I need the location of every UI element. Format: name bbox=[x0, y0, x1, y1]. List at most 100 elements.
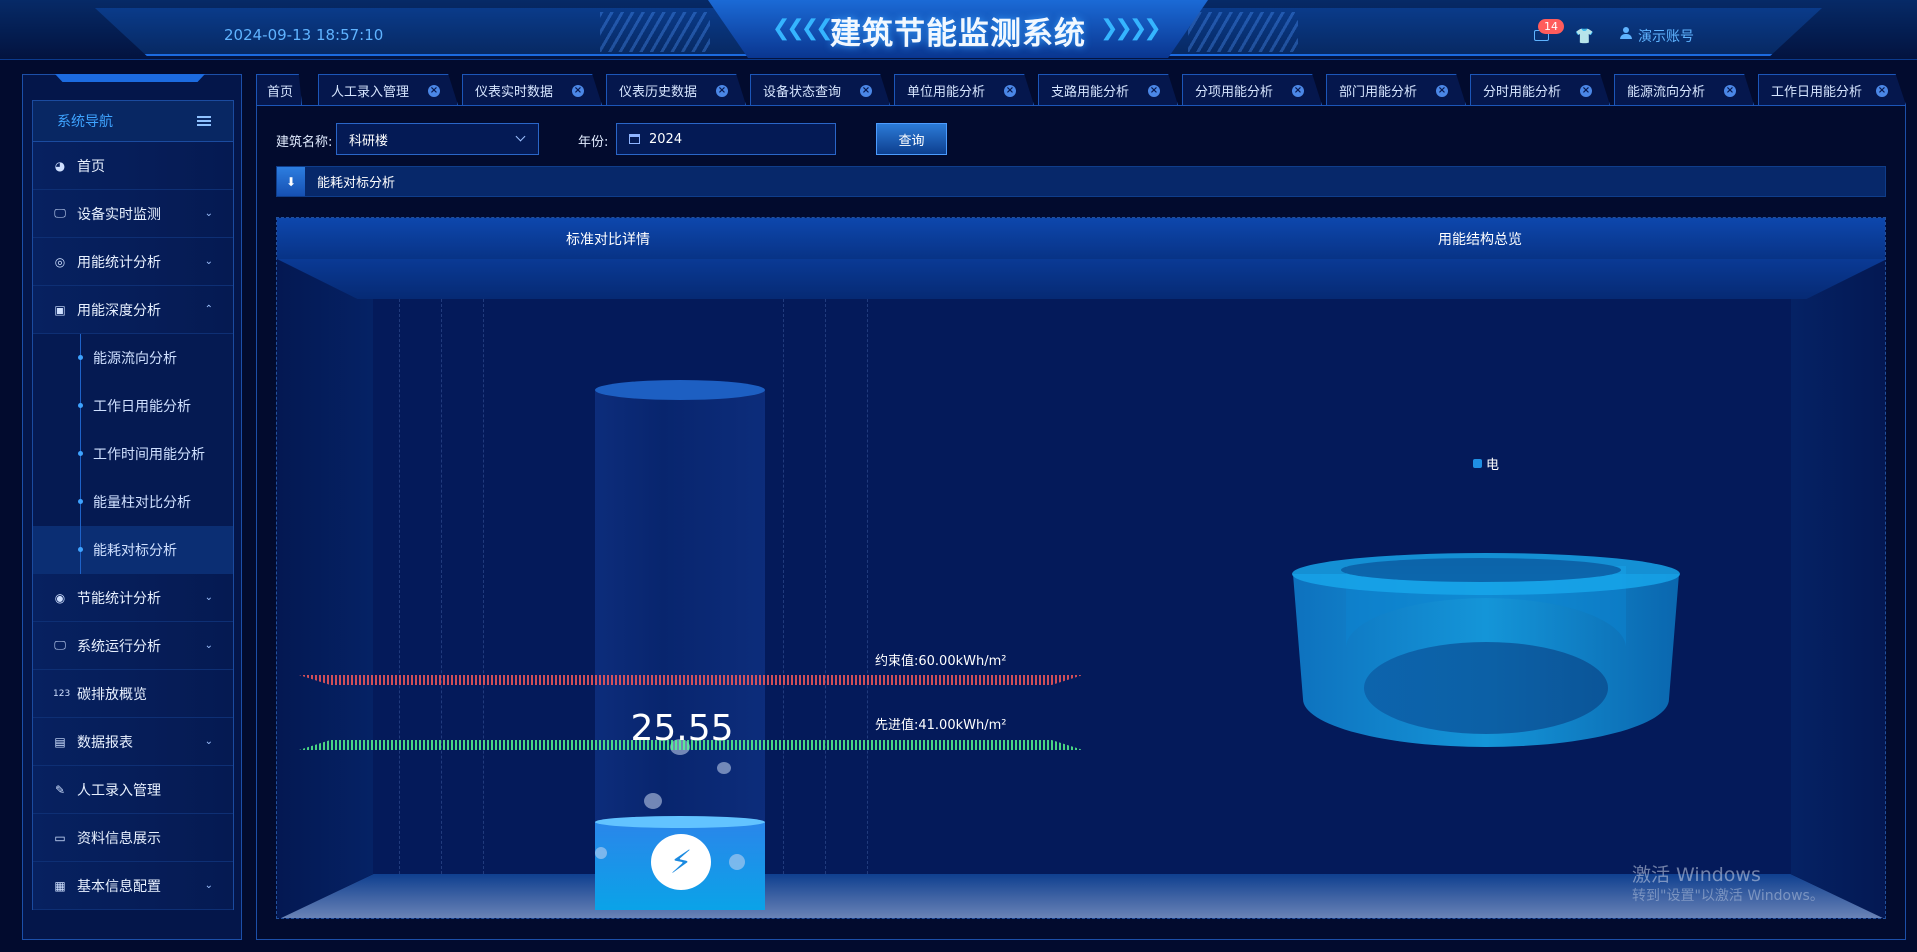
monitor-icon: 🖵 bbox=[54, 638, 66, 652]
header-datetime: 2024-09-13 18:57:10 bbox=[224, 26, 384, 44]
close-icon[interactable]: × bbox=[1724, 85, 1736, 97]
year-label: 年份: bbox=[578, 135, 609, 150]
sidebar-subitem-energy-column[interactable]: 能量柱对比分析 bbox=[33, 478, 233, 526]
sidebar-item-config[interactable]: ▦ 基本信息配置 ⌄ bbox=[33, 862, 233, 910]
sidebar-subitem-worktime[interactable]: 工作时间用能分析 bbox=[33, 430, 233, 478]
globe-icon: ◉ bbox=[54, 590, 66, 605]
chart-right-wall bbox=[1791, 259, 1885, 918]
tab-label: 仪表历史数据 bbox=[619, 84, 698, 100]
tab-energy-flow[interactable]: 能源流向分析 × bbox=[1614, 74, 1754, 105]
sidebar-item-device-monitor[interactable]: 🖵 设备实时监测 ⌄ bbox=[33, 190, 233, 238]
sidebar-title: 系统导航 bbox=[57, 114, 113, 130]
building-select[interactable]: 科研楼 bbox=[336, 123, 539, 155]
building-select-value: 科研楼 bbox=[349, 133, 389, 149]
sidebar-item-docs[interactable]: ▭ 资料信息展示 bbox=[33, 814, 233, 862]
tab-bar: 首页 人工录入管理 × 仪表实时数据 × 仪表历史数据 × 设备状态查询 × 单位用能分… bbox=[256, 74, 1906, 106]
close-icon[interactable]: × bbox=[716, 85, 728, 97]
chevron-down-icon: ⌄ bbox=[204, 736, 213, 747]
menu-collapse-icon[interactable] bbox=[197, 116, 211, 126]
number-icon: 123 bbox=[53, 688, 71, 699]
tab-label: 支路用能分析 bbox=[1051, 84, 1130, 100]
layers-icon: ⬇ bbox=[277, 167, 305, 196]
year-picker[interactable]: 2024 bbox=[616, 123, 836, 155]
tab-meter-realtime[interactable]: 仪表实时数据 × bbox=[462, 74, 602, 105]
tab-unit-energy[interactable]: 单位用能分析 × bbox=[894, 74, 1034, 105]
sidebar-item-label: 碳排放概览 bbox=[77, 686, 147, 703]
tab-label: 仪表实时数据 bbox=[475, 84, 554, 100]
structure-legend[interactable]: 电 bbox=[1473, 454, 1499, 473]
sidebar-item-home[interactable]: ◕ 首页 bbox=[33, 142, 233, 190]
lightning-icon: ⚡ bbox=[651, 834, 711, 890]
chevron-down-icon: ⌄ bbox=[204, 592, 213, 603]
close-icon[interactable]: × bbox=[860, 85, 872, 97]
chevron-down-icon: ⌄ bbox=[204, 880, 213, 891]
energy-structure-donut bbox=[1292, 553, 1680, 747]
tab-manual-entry[interactable]: 人工录入管理 × bbox=[318, 74, 458, 105]
sidebar-item-energy-stats[interactable]: ◎ 用能统计分析 ⌄ bbox=[33, 238, 233, 286]
tab-item-energy[interactable]: 分项用能分析 × bbox=[1182, 74, 1322, 105]
chevron-down-icon: ⌄ bbox=[204, 640, 213, 651]
tab-label: 单位用能分析 bbox=[907, 84, 986, 100]
bubble bbox=[717, 762, 731, 774]
constraint-label: 约束值:60.00kWh/m² bbox=[875, 654, 1007, 669]
tab-label: 首页 bbox=[267, 84, 294, 100]
sidebar-item-manual-entry[interactable]: ✎ 人工录入管理 bbox=[33, 766, 233, 814]
app-header: ❮❮❮❮ ❯❯❯❯ 建筑节能监测系统 2024-09-13 18:57:10 1… bbox=[0, 0, 1917, 60]
grid-line bbox=[483, 299, 484, 874]
close-icon[interactable]: × bbox=[1580, 85, 1592, 97]
tab-timeshare-energy[interactable]: 分时用能分析 × bbox=[1470, 74, 1610, 105]
legend-swatch bbox=[1473, 459, 1482, 468]
close-icon[interactable]: × bbox=[1876, 85, 1888, 97]
sidebar-item-carbon[interactable]: 123 碳排放概览 bbox=[33, 670, 233, 718]
sidebar-item-label: 节能统计分析 bbox=[77, 590, 161, 607]
sidebar-header: 系统导航 bbox=[33, 101, 233, 142]
grid-line bbox=[783, 299, 784, 874]
donut-top-hole bbox=[1341, 558, 1621, 582]
sidebar-item-label: 资料信息展示 bbox=[77, 830, 161, 847]
tab-branch-energy[interactable]: 支路用能分析 × bbox=[1038, 74, 1178, 105]
grid-line bbox=[825, 299, 826, 874]
close-icon[interactable]: × bbox=[1148, 85, 1160, 97]
grid-line bbox=[441, 299, 442, 874]
sidebar-item-reports[interactable]: ▤ 数据报表 ⌄ bbox=[33, 718, 233, 766]
close-icon[interactable]: × bbox=[428, 85, 440, 97]
close-icon[interactable]: × bbox=[1436, 85, 1448, 97]
section-header: ⬇ 能耗对标分析 bbox=[276, 166, 1886, 197]
sidebar-subitem-benchmark[interactable]: 能耗对标分析 bbox=[33, 526, 233, 574]
windows-activation-title: 激活 Windows bbox=[1632, 864, 1761, 886]
sidebar-item-label: 数据报表 bbox=[77, 734, 133, 751]
bubble bbox=[729, 854, 745, 870]
tab-label: 工作日用能分析 bbox=[1771, 84, 1863, 100]
liquid-surface bbox=[595, 816, 765, 828]
tab-label: 部门用能分析 bbox=[1339, 84, 1418, 100]
tab-label: 分时用能分析 bbox=[1483, 84, 1562, 100]
close-icon[interactable]: × bbox=[1004, 85, 1016, 97]
sidebar-item-saving-stats[interactable]: ◉ 节能统计分析 ⌄ bbox=[33, 574, 233, 622]
legend-label: 电 bbox=[1486, 458, 1500, 473]
sidebar-item-system-run[interactable]: 🖵 系统运行分析 ⌄ bbox=[33, 622, 233, 670]
skin-icon[interactable]: 👕 bbox=[1575, 27, 1594, 45]
monitor-icon: 🖵 bbox=[54, 206, 66, 220]
tab-home[interactable]: 首页 bbox=[256, 74, 302, 105]
sidebar-item-label: 系统运行分析 bbox=[77, 638, 161, 655]
sidebar-item-deep-analysis[interactable]: ▣ 用能深度分析 ⌃ bbox=[33, 286, 233, 334]
user-account[interactable]: 演示账号 bbox=[1638, 26, 1694, 46]
constraint-line bbox=[299, 675, 1083, 685]
close-icon[interactable]: × bbox=[572, 85, 584, 97]
tab-meter-history[interactable]: 仪表历史数据 × bbox=[606, 74, 746, 105]
chart-ceiling bbox=[277, 259, 1885, 299]
query-button[interactable]: 查询 bbox=[876, 123, 947, 155]
file-icon: ▤ bbox=[54, 734, 66, 749]
close-icon[interactable]: × bbox=[1292, 85, 1304, 97]
chevron-down-icon bbox=[515, 131, 526, 142]
sidebar-subitem-workday[interactable]: 工作日用能分析 bbox=[33, 382, 233, 430]
sidebar-item-label: 设备实时监测 bbox=[77, 206, 161, 223]
tab-device-status[interactable]: 设备状态查询 × bbox=[750, 74, 890, 105]
sidebar-subitem-energy-flow[interactable]: 能源流向分析 bbox=[33, 334, 233, 382]
chevron-down-icon: ⌄ bbox=[204, 256, 213, 267]
tab-dept-energy[interactable]: 部门用能分析 × bbox=[1326, 74, 1466, 105]
tab-workday-energy[interactable]: 工作日用能分析 × bbox=[1758, 74, 1906, 105]
tab-label: 人工录入管理 bbox=[331, 84, 410, 100]
sidebar-item-label: 人工录入管理 bbox=[77, 782, 161, 799]
windows-activation-hint: 转到"设置"以激活 Windows。 bbox=[1632, 888, 1824, 904]
